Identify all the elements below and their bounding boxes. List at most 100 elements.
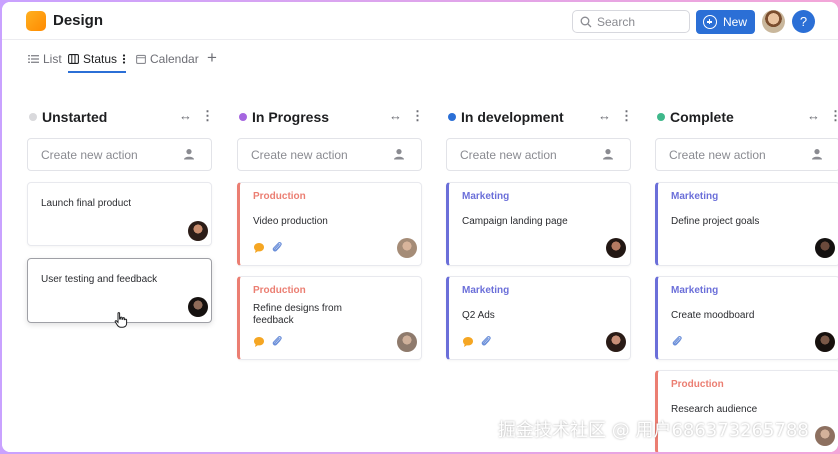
task-card[interactable]: Production Video production — [237, 182, 422, 266]
tab-status-more-icon[interactable] — [121, 54, 127, 64]
assignee-avatar[interactable] — [606, 238, 626, 258]
more-icon[interactable]: ⋮ — [620, 108, 633, 124]
assignee-avatar[interactable] — [188, 297, 208, 317]
card-title: Research audience — [671, 404, 758, 415]
tab-calendar-label: Calendar — [150, 52, 199, 66]
new-button[interactable]: New — [696, 10, 755, 34]
board: Unstarted ↔ ⋮ Create new action Launch f… — [2, 74, 838, 452]
attachment-icon[interactable] — [271, 240, 283, 254]
card-tag: Marketing — [462, 285, 510, 296]
view-tabs: List Status Calendar + — [2, 40, 838, 74]
tab-list[interactable]: List — [28, 52, 62, 66]
card-tag: Production — [253, 191, 306, 202]
task-card[interactable]: Marketing Create moodboard — [655, 276, 838, 360]
assignee-avatar[interactable] — [188, 221, 208, 241]
card-title: User testing and feedback — [41, 274, 158, 285]
attachment-icon[interactable] — [480, 334, 492, 348]
create-action-input[interactable]: Create new action — [655, 138, 838, 171]
task-card[interactable]: Marketing Q2 Ads — [446, 276, 631, 360]
create-action-input[interactable]: Create new action — [27, 138, 212, 171]
card-title: Refine designs from feedback — [253, 303, 342, 326]
card-tag: Production — [671, 379, 724, 390]
create-action-placeholder: Create new action — [460, 148, 557, 162]
column-in-progress: In Progress ↔ ⋮ Create new action Produc… — [237, 74, 424, 452]
card-title: Launch final product — [41, 198, 132, 209]
task-card[interactable]: Marketing Campaign landing page — [446, 182, 631, 266]
add-view-icon[interactable]: + — [207, 48, 217, 68]
assignee-avatar[interactable] — [397, 332, 417, 352]
column-complete: Complete ↔ ⋮ Create new action Marketing… — [655, 74, 838, 452]
expand-icon[interactable]: ↔ — [179, 108, 192, 123]
assign-person-icon[interactable] — [393, 148, 405, 160]
comment-icon[interactable] — [462, 336, 474, 348]
assign-person-icon[interactable] — [602, 148, 614, 160]
comment-icon[interactable] — [253, 242, 265, 254]
top-bar: Design New ? — [2, 2, 838, 40]
column-in-development: In development ↔ ⋮ Create new action Mar… — [446, 74, 633, 452]
assignee-avatar[interactable] — [815, 332, 835, 352]
search-box[interactable] — [572, 10, 690, 33]
status-dot-icon — [239, 113, 247, 121]
search-input[interactable] — [597, 13, 685, 30]
expand-icon[interactable]: ↔ — [807, 108, 820, 123]
search-icon — [580, 16, 592, 28]
assign-person-icon[interactable] — [183, 148, 195, 160]
help-button[interactable]: ? — [792, 10, 815, 33]
create-action-placeholder: Create new action — [251, 148, 348, 162]
more-icon[interactable]: ⋮ — [411, 108, 424, 124]
attachment-icon[interactable] — [271, 334, 283, 348]
card-title: Video production — [253, 216, 328, 227]
task-card[interactable]: Launch final product — [27, 182, 212, 246]
active-tab-indicator — [68, 71, 126, 73]
card-title: Create moodboard — [671, 310, 755, 321]
assignee-avatar[interactable] — [397, 238, 417, 258]
list-icon — [28, 55, 39, 63]
column-header: In Progress ↔ ⋮ — [237, 108, 424, 126]
create-action-input[interactable]: Create new action — [446, 138, 631, 171]
tab-list-label: List — [43, 52, 62, 66]
column-title: In Progress — [252, 109, 330, 125]
calendar-icon — [136, 54, 146, 64]
status-dot-icon — [448, 113, 456, 121]
column-unstarted: Unstarted ↔ ⋮ Create new action Launch f… — [27, 74, 214, 452]
attachment-icon[interactable] — [671, 334, 683, 348]
column-header: In development ↔ ⋮ — [446, 108, 633, 126]
column-title: In development — [461, 109, 564, 125]
assignee-avatar[interactable] — [815, 238, 835, 258]
card-tag: Production — [253, 285, 306, 296]
create-action-placeholder: Create new action — [41, 148, 138, 162]
assign-person-icon[interactable] — [811, 148, 823, 160]
app-title: Design — [53, 12, 104, 29]
task-card[interactable]: Marketing Define project goals — [655, 182, 838, 266]
more-icon[interactable]: ⋮ — [201, 108, 214, 124]
app-window: Design New ? List — [2, 2, 838, 452]
status-dot-icon — [29, 113, 37, 121]
column-title: Unstarted — [42, 109, 108, 125]
assignee-avatar[interactable] — [606, 332, 626, 352]
card-title: Define project goals — [671, 216, 760, 227]
create-action-placeholder: Create new action — [669, 148, 766, 162]
assignee-avatar[interactable] — [815, 426, 835, 446]
new-button-label: New — [723, 15, 748, 29]
tab-calendar[interactable]: Calendar — [136, 52, 199, 66]
expand-icon[interactable]: ↔ — [598, 108, 611, 123]
board-icon — [68, 54, 79, 64]
comment-icon[interactable] — [253, 336, 265, 348]
column-header: Unstarted ↔ ⋮ — [27, 108, 214, 126]
hand-cursor-icon — [114, 312, 128, 328]
create-action-input[interactable]: Create new action — [237, 138, 422, 171]
user-avatar[interactable] — [762, 10, 785, 33]
app-logo-icon — [26, 11, 46, 31]
task-card[interactable]: Production Refine designs from feedback — [237, 276, 422, 360]
column-header: Complete ↔ ⋮ — [655, 108, 838, 126]
tab-status[interactable]: Status — [68, 52, 127, 66]
card-title: Q2 Ads — [462, 310, 495, 321]
more-icon[interactable]: ⋮ — [829, 108, 838, 124]
expand-icon[interactable]: ↔ — [389, 108, 402, 123]
plus-circle-icon — [703, 15, 717, 29]
column-title: Complete — [670, 109, 734, 125]
card-tag: Marketing — [671, 191, 719, 202]
status-dot-icon — [657, 113, 665, 121]
card-tag: Marketing — [671, 285, 719, 296]
card-tag: Marketing — [462, 191, 510, 202]
